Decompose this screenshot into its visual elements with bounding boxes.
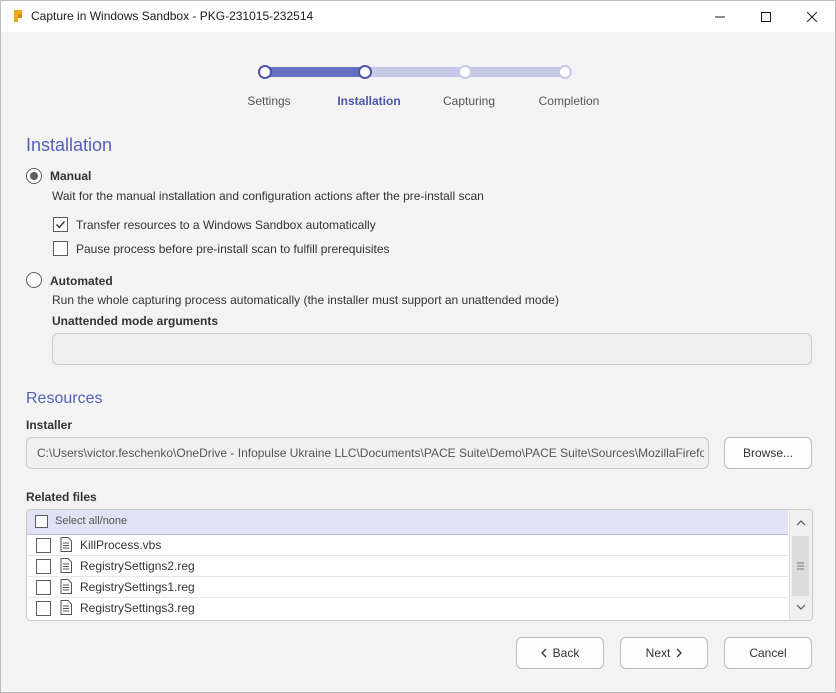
manual-description: Wait for the manual installation and con…: [52, 189, 484, 203]
pause-process-checkbox[interactable]: [53, 241, 68, 256]
unattended-args-input[interactable]: [52, 333, 812, 365]
installer-label: Installer: [26, 418, 73, 432]
manual-radio[interactable]: [26, 168, 42, 184]
file-name: RegistrySettings1.reg: [80, 580, 195, 594]
browse-button[interactable]: Browse...: [724, 437, 812, 469]
file-checkbox[interactable]: [36, 601, 51, 616]
stepper-progress: [265, 67, 367, 77]
maximize-button[interactable]: [743, 1, 789, 32]
manual-label[interactable]: Manual: [50, 169, 91, 183]
list-scrollbar[interactable]: [789, 510, 812, 620]
file-checkbox[interactable]: [36, 580, 51, 595]
related-files-list: Select all/none KillProcess.vbs Registry…: [26, 509, 813, 621]
step-dot-completion: [558, 65, 572, 79]
file-checkbox[interactable]: [36, 559, 51, 574]
close-button[interactable]: [789, 1, 835, 32]
file-name: KillProcess.vbs: [80, 538, 162, 552]
list-item[interactable]: KillProcess.vbs: [27, 535, 796, 556]
step-dot-installation: [358, 65, 372, 79]
automated-label[interactable]: Automated: [50, 274, 113, 288]
title-bar: Capture in Windows Sandbox - PKG-231015-…: [1, 1, 835, 32]
maximize-icon: [761, 11, 771, 22]
browse-label: Browse...: [742, 446, 793, 460]
minimize-button[interactable]: [697, 1, 743, 32]
select-all-checkbox[interactable]: [35, 515, 48, 528]
transfer-resources-checkbox[interactable]: [53, 217, 68, 232]
minimize-icon: [715, 16, 725, 17]
scroll-thumb[interactable]: [792, 536, 809, 596]
document-icon: [60, 600, 72, 615]
step-dot-settings: [258, 65, 272, 79]
document-icon: [60, 579, 72, 594]
installer-path-input[interactable]: C:\Users\victor.feschenko\OneDrive - Inf…: [26, 437, 709, 469]
app-logo-icon: [14, 10, 22, 22]
related-files-label: Related files: [26, 490, 97, 504]
installation-heading: Installation: [26, 135, 113, 155]
pause-process-label[interactable]: Pause process before pre-install scan to…: [76, 242, 390, 256]
scroll-up-button[interactable]: [790, 512, 812, 534]
step-label-installation: Installation: [337, 94, 401, 108]
document-icon: [60, 558, 72, 573]
resources-heading: Resources: [26, 390, 103, 407]
installer-path-value: C:\Users\victor.feschenko\OneDrive - Inf…: [37, 446, 704, 460]
close-icon: [807, 11, 817, 22]
transfer-resources-label[interactable]: Transfer resources to a Windows Sandbox …: [76, 218, 376, 232]
document-icon: [60, 537, 72, 552]
checkmark-icon: [56, 221, 66, 229]
back-button[interactable]: Back: [516, 637, 604, 669]
file-checkbox[interactable]: [36, 538, 51, 553]
unattended-args-label: Unattended mode arguments: [52, 314, 219, 328]
chevron-right-icon: [676, 648, 683, 658]
file-name: RegistrySettigns2.reg: [80, 559, 195, 573]
back-label: Back: [552, 646, 580, 660]
step-label-settings: Settings: [247, 94, 291, 108]
step-label-capturing: Capturing: [442, 94, 496, 108]
capture-window: Capture in Windows Sandbox - PKG-231015-…: [0, 0, 836, 693]
list-item[interactable]: RegistrySettigns2.reg: [27, 556, 796, 577]
window-title: Capture in Windows Sandbox - PKG-231015-…: [31, 9, 314, 23]
chevron-up-icon: [796, 520, 806, 526]
next-label: Next: [645, 646, 671, 660]
chevron-down-icon: [796, 604, 806, 610]
list-item[interactable]: RegistrySettings1.reg: [27, 577, 796, 598]
step-dot-capturing: [458, 65, 472, 79]
chevron-left-icon: [540, 648, 547, 658]
grip-icon: [797, 562, 804, 570]
step-label-completion: Completion: [538, 94, 600, 108]
scroll-down-button[interactable]: [790, 596, 812, 618]
select-all-label[interactable]: Select all/none: [55, 515, 127, 527]
file-name: RegistrySettings3.reg: [80, 601, 195, 615]
next-button[interactable]: Next: [620, 637, 708, 669]
automated-radio[interactable]: [26, 272, 42, 288]
list-item[interactable]: RegistrySettings3.reg: [27, 598, 796, 618]
cancel-label: Cancel: [749, 646, 787, 660]
cancel-button[interactable]: Cancel: [724, 637, 812, 669]
list-header: Select all/none: [27, 510, 788, 535]
automated-description: Run the whole capturing process automati…: [52, 293, 559, 307]
